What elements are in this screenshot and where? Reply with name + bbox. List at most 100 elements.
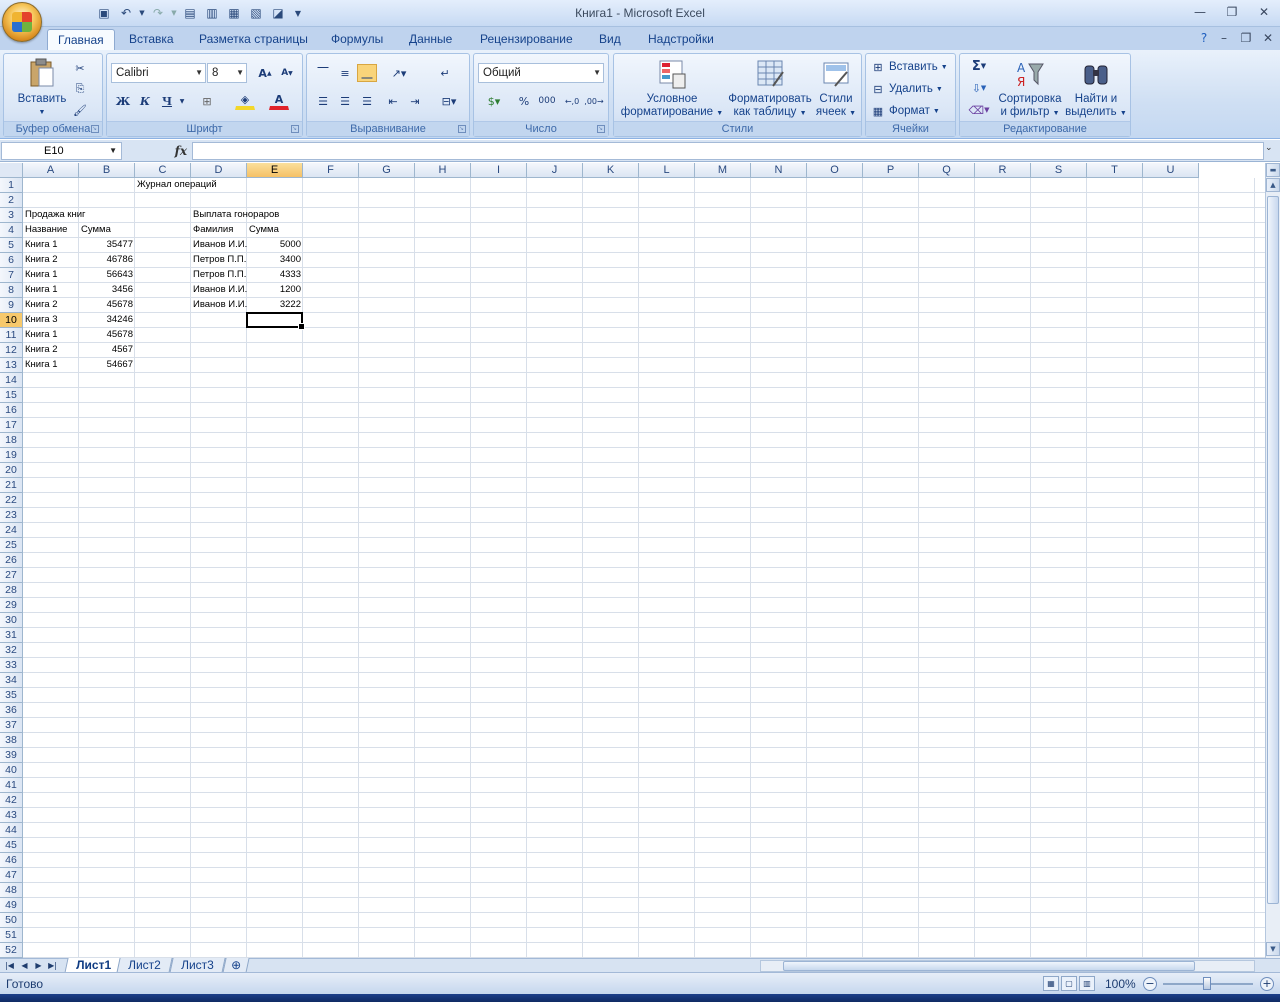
tab-formulas[interactable]: Формулы	[321, 29, 393, 50]
row-header-35[interactable]: 35	[0, 688, 23, 703]
tab-review[interactable]: Рецензирование	[470, 29, 583, 50]
row-header-6[interactable]: 6	[0, 253, 23, 268]
active-cell-cursor[interactable]	[246, 312, 305, 330]
number-launcher-icon[interactable]: ↘	[597, 125, 605, 133]
number-format-select[interactable]: Общий ▼	[478, 63, 604, 83]
row-header-36[interactable]: 36	[0, 703, 23, 718]
increase-decimal-icon[interactable]: ←,0	[562, 92, 582, 110]
column-header-i[interactable]: I	[471, 163, 527, 178]
format-cells-button[interactable]: ▦ Формат ▼	[870, 101, 940, 121]
zoom-in-icon[interactable]: +	[1260, 977, 1274, 991]
tab-data[interactable]: Данные	[399, 29, 462, 50]
column-header-r[interactable]: R	[975, 163, 1031, 178]
italic-button[interactable]: К	[135, 92, 155, 110]
scroll-down-icon[interactable]: ▼	[1266, 942, 1280, 956]
normal-view-icon[interactable]: ▦	[1043, 976, 1059, 991]
first-sheet-icon[interactable]: |◀	[3, 960, 16, 972]
row-header-14[interactable]: 14	[0, 373, 23, 388]
format-as-table-button[interactable]: Форматировать как таблицу ▼	[726, 58, 814, 120]
fill-color-icon[interactable]: ◈	[235, 92, 255, 110]
office-button[interactable]	[2, 2, 42, 42]
row-header-9[interactable]: 9	[0, 298, 23, 313]
cell-b4[interactable]: Сумма	[79, 223, 113, 238]
column-header-k[interactable]: K	[583, 163, 639, 178]
tab-home[interactable]: Главная	[47, 29, 115, 50]
format-painter-icon[interactable]: 🖌	[70, 101, 90, 119]
cell-a8[interactable]: Книга 1	[23, 283, 60, 298]
row-header-25[interactable]: 25	[0, 538, 23, 553]
tab-page-layout[interactable]: Разметка страницы	[189, 29, 318, 50]
cell-a7[interactable]: Книга 1	[23, 268, 60, 283]
zoom-out-icon[interactable]: −	[1143, 977, 1157, 991]
column-header-e[interactable]: E	[247, 163, 303, 178]
font-size-select[interactable]: 8 ▼	[207, 63, 247, 83]
cell-d6[interactable]: Петров П.П.	[191, 253, 248, 268]
name-box-dropdown-icon[interactable]: ▼	[109, 143, 117, 159]
percent-style-button[interactable]: %	[514, 92, 534, 110]
row-header-18[interactable]: 18	[0, 433, 23, 448]
cell-b13[interactable]: 54667	[79, 358, 135, 373]
cell-b9[interactable]: 45678	[79, 298, 135, 313]
column-header-t[interactable]: T	[1087, 163, 1143, 178]
fill-icon[interactable]: ⇩ ▼	[964, 79, 994, 97]
row-header-22[interactable]: 22	[0, 493, 23, 508]
cell-a3[interactable]: Продажа книг	[23, 208, 87, 223]
row-header-15[interactable]: 15	[0, 388, 23, 403]
row-header-33[interactable]: 33	[0, 658, 23, 673]
align-top-icon[interactable]: ⎺	[313, 64, 333, 82]
clipboard-launcher-icon[interactable]: ↘	[91, 125, 99, 133]
cell-b6[interactable]: 46786	[79, 253, 135, 268]
row-header-44[interactable]: 44	[0, 823, 23, 838]
column-header-b[interactable]: B	[79, 163, 135, 178]
cell-e8[interactable]: 1200	[247, 283, 303, 298]
row-header-46[interactable]: 46	[0, 853, 23, 868]
row-header-13[interactable]: 13	[0, 358, 23, 373]
cell-b7[interactable]: 56643	[79, 268, 135, 283]
row-header-21[interactable]: 21	[0, 478, 23, 493]
column-header-g[interactable]: G	[359, 163, 415, 178]
column-header-h[interactable]: H	[415, 163, 471, 178]
font-color-icon[interactable]: A	[269, 92, 289, 110]
row-header-29[interactable]: 29	[0, 598, 23, 613]
borders-icon[interactable]: ⊞	[197, 92, 217, 110]
cell-b12[interactable]: 4567	[79, 343, 135, 358]
row-header-16[interactable]: 16	[0, 403, 23, 418]
insert-cells-button[interactable]: ⊞ Вставить ▼	[870, 57, 947, 77]
tab-addins[interactable]: Надстройки	[638, 29, 724, 50]
cells-area[interactable]: Журнал операций Продажа книг Выплата гонор…	[23, 178, 1265, 958]
prev-sheet-icon[interactable]: ◀	[18, 960, 31, 972]
font-launcher-icon[interactable]: ↘	[291, 125, 299, 133]
page-layout-view-icon[interactable]: ▢	[1061, 976, 1077, 991]
row-header-20[interactable]: 20	[0, 463, 23, 478]
insert-sheet-icon[interactable]: ⊕	[222, 958, 250, 973]
cell-a5[interactable]: Книга 1	[23, 238, 60, 253]
cell-e9[interactable]: 3222	[247, 298, 303, 313]
formula-input[interactable]	[192, 142, 1264, 160]
align-middle-icon[interactable]: ≡	[335, 64, 355, 82]
sort-filter-button[interactable]: AЯ Сортировка и фильтр ▼	[996, 58, 1064, 120]
doc-restore-icon[interactable]: ❐	[1234, 29, 1258, 47]
row-header-50[interactable]: 50	[0, 913, 23, 928]
cell-a9[interactable]: Книга 2	[23, 298, 60, 313]
split-box-icon[interactable]: ▬	[1266, 163, 1280, 177]
cell-b5[interactable]: 35477	[79, 238, 135, 253]
row-header-12[interactable]: 12	[0, 343, 23, 358]
minimize-icon[interactable]: —	[1188, 3, 1212, 21]
align-center-icon[interactable]: ☰	[335, 92, 355, 110]
zoom-slider-knob[interactable]	[1203, 977, 1211, 990]
font-name-select[interactable]: Calibri ▼	[111, 63, 206, 83]
close-icon[interactable]: ✕	[1252, 3, 1276, 21]
cell-a11[interactable]: Книга 1	[23, 328, 60, 343]
tab-view[interactable]: Вид	[589, 29, 631, 50]
cell-d3[interactable]: Выплата гонораров	[191, 208, 281, 223]
row-header-32[interactable]: 32	[0, 643, 23, 658]
comma-style-button[interactable]: 000	[536, 92, 558, 110]
restore-icon[interactable]: ❐	[1220, 3, 1244, 21]
tab-insert[interactable]: Вставка	[119, 29, 184, 50]
doc-minimize-icon[interactable]: –	[1212, 29, 1236, 47]
column-header-p[interactable]: P	[863, 163, 919, 178]
cell-a10[interactable]: Книга 3	[23, 313, 60, 328]
row-header-27[interactable]: 27	[0, 568, 23, 583]
column-header-q[interactable]: Q	[919, 163, 975, 178]
select-all-corner[interactable]	[0, 163, 23, 178]
